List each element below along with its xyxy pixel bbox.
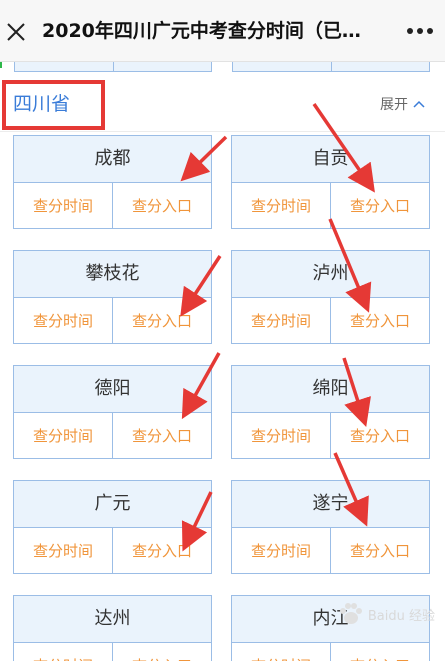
query-entry-button[interactable]: 查分入口 — [331, 413, 429, 459]
query-time-button[interactable]: 查分时间 — [14, 298, 113, 344]
query-entry-button[interactable]: 查分入口 — [331, 643, 429, 661]
city-card: 自贡 查分时间 查分入口 — [231, 135, 430, 229]
city-name: 广元 — [14, 481, 211, 528]
city-card: 德阳 查分时间 查分入口 — [13, 365, 212, 459]
watermark-text: Baidu 经验 — [367, 608, 435, 624]
province-section-header: 四川省 展开 — [0, 74, 445, 132]
city-card: 成都 查分时间 查分入口 — [13, 135, 212, 229]
close-icon[interactable] — [6, 22, 26, 42]
city-name: 达州 — [14, 596, 211, 643]
baidu-watermark: Baidu 经验 — [337, 602, 435, 626]
city-name: 绵阳 — [232, 366, 429, 413]
query-time-button[interactable]: 查分时间 — [14, 183, 113, 229]
query-time-button[interactable]: 查分时间 — [232, 413, 331, 459]
query-time-button[interactable]: 查分时间 — [14, 643, 113, 661]
query-time-button[interactable]: 查分时间 — [14, 528, 113, 574]
city-name: 成都 — [14, 136, 211, 183]
query-entry-button[interactable]: 查分入口 — [113, 643, 211, 661]
scroll-indicator — [0, 62, 2, 68]
city-card: 泸州 查分时间 查分入口 — [231, 250, 430, 344]
more-icon[interactable] — [407, 24, 433, 38]
query-entry-button[interactable]: 查分入口 — [113, 298, 211, 344]
query-entry-button[interactable]: 查分入口 — [331, 183, 429, 229]
query-time-button[interactable]: 查分时间 — [232, 643, 331, 661]
city-name: 德阳 — [14, 366, 211, 413]
page-title: 2020年四川广元中考查分时间（已… — [42, 20, 361, 42]
city-card: 广元 查分时间 查分入口 — [13, 480, 212, 574]
city-card: 达州 查分时间 查分入口 — [13, 595, 212, 661]
city-name: 泸州 — [232, 251, 429, 298]
previous-card-bottom — [232, 62, 430, 72]
city-name: 自贡 — [232, 136, 429, 183]
query-time-button[interactable]: 查分时间 — [232, 183, 331, 229]
expand-toggle[interactable]: 展开 — [380, 94, 425, 114]
query-time-button[interactable]: 查分时间 — [14, 413, 113, 459]
city-card: 绵阳 查分时间 查分入口 — [231, 365, 430, 459]
page-content: 四川省 展开 成都 查分时间 查分入口 自贡 查分时间 查分入口 攀枝花 查分时… — [0, 62, 445, 661]
query-entry-button[interactable]: 查分入口 — [331, 528, 429, 574]
city-card: 攀枝花 查分时间 查分入口 — [13, 250, 212, 344]
city-card: 遂宁 查分时间 查分入口 — [231, 480, 430, 574]
expand-label: 展开 — [380, 97, 408, 113]
previous-card-bottom — [14, 62, 212, 72]
query-entry-button[interactable]: 查分入口 — [113, 183, 211, 229]
navigation-bar: 2020年四川广元中考查分时间（已… — [0, 0, 445, 62]
query-entry-button[interactable]: 查分入口 — [331, 298, 429, 344]
highlight-box — [2, 80, 105, 130]
query-time-button[interactable]: 查分时间 — [232, 528, 331, 574]
paw-logo-icon — [339, 603, 362, 624]
query-time-button[interactable]: 查分时间 — [232, 298, 331, 344]
city-name: 遂宁 — [232, 481, 429, 528]
chevron-up-icon — [413, 100, 425, 108]
city-name: 攀枝花 — [14, 251, 211, 298]
query-entry-button[interactable]: 查分入口 — [113, 413, 211, 459]
query-entry-button[interactable]: 查分入口 — [113, 528, 211, 574]
